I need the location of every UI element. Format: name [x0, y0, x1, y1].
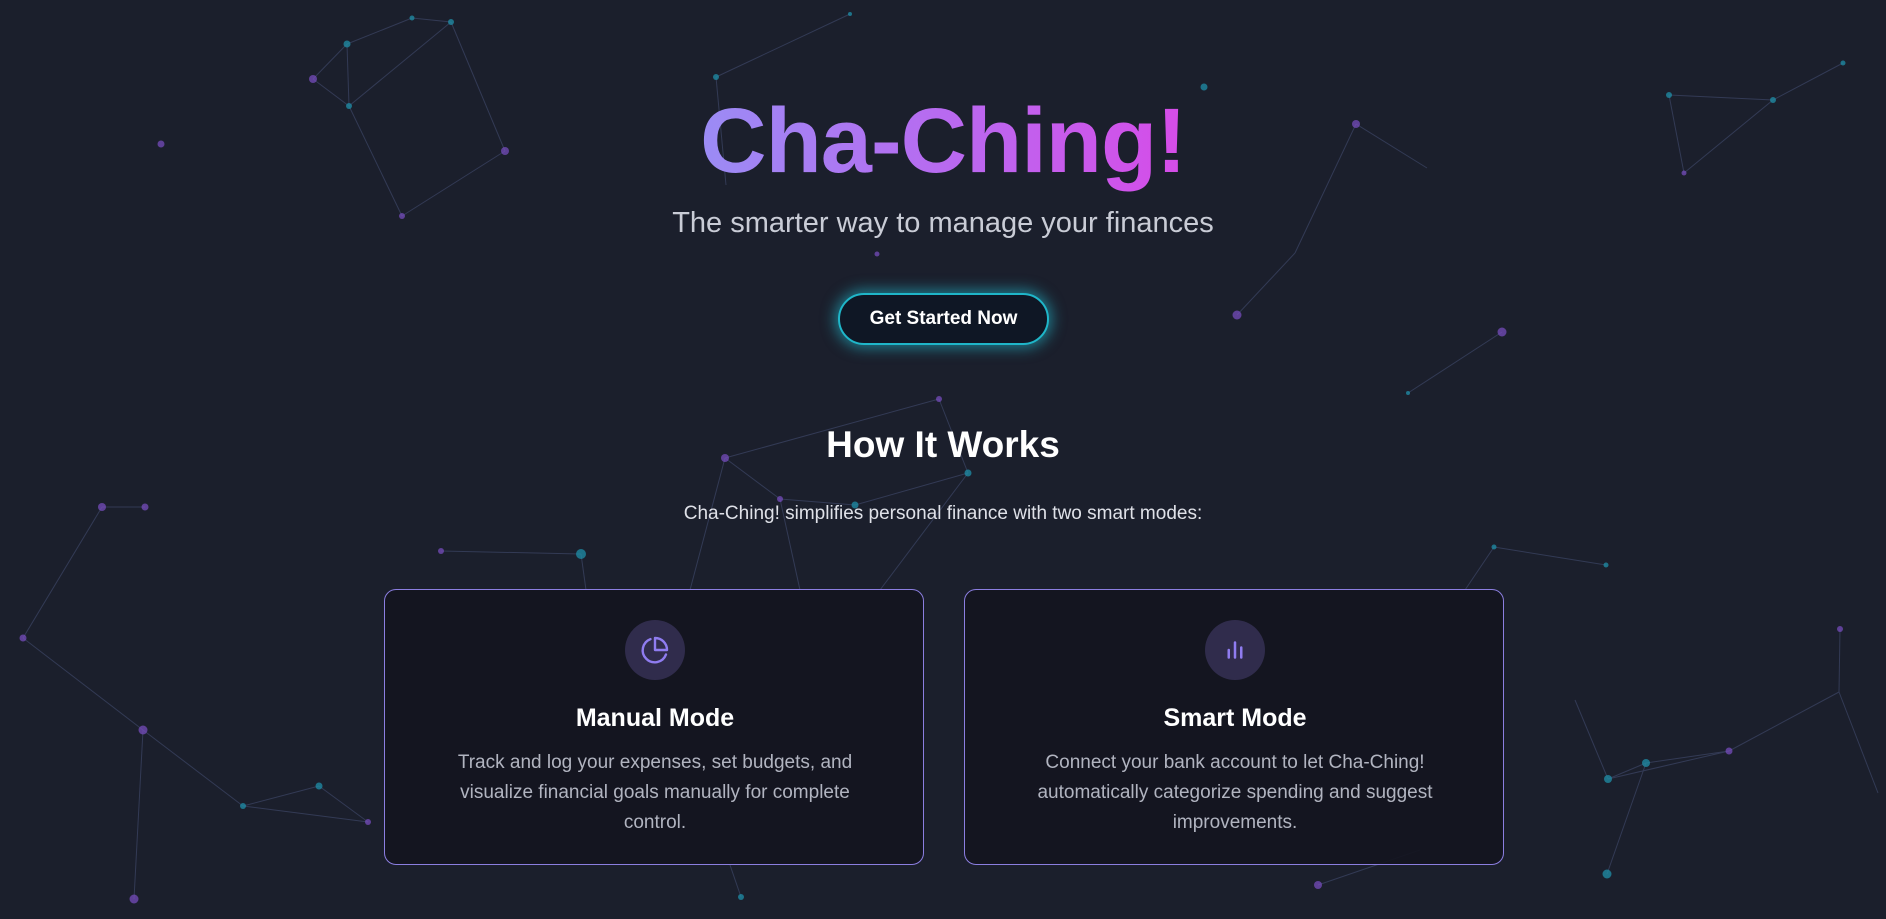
card-title: Manual Mode	[575, 704, 735, 732]
card-description: Track and log your expenses, set budgets…	[457, 752, 853, 833]
how-it-works-description: Cha-Ching! simplifies personal finance w…	[683, 503, 1203, 524]
landing-page: Cha-Ching! The smarter way to manage you…	[0, 0, 1886, 919]
how-it-works-title: How It Works	[826, 424, 1060, 465]
hero-subtitle: The smarter way to manage your finances	[672, 207, 1214, 239]
smart-mode-card: Smart Mode Connect your bank account to …	[964, 589, 1504, 865]
get-started-button[interactable]: Get Started Now	[838, 293, 1049, 345]
manual-mode-card: Manual Mode Track and log your expenses,…	[384, 589, 924, 865]
bar-chart-icon	[1205, 620, 1265, 680]
hero-title: Cha-Ching!	[0, 88, 1886, 194]
card-title: Smart Mode	[1163, 704, 1307, 732]
pie-chart-icon	[625, 620, 685, 680]
card-description: Connect your bank account to let Cha-Chi…	[1037, 752, 1433, 833]
hero-title-text: Cha-Ching!	[700, 90, 1187, 192]
